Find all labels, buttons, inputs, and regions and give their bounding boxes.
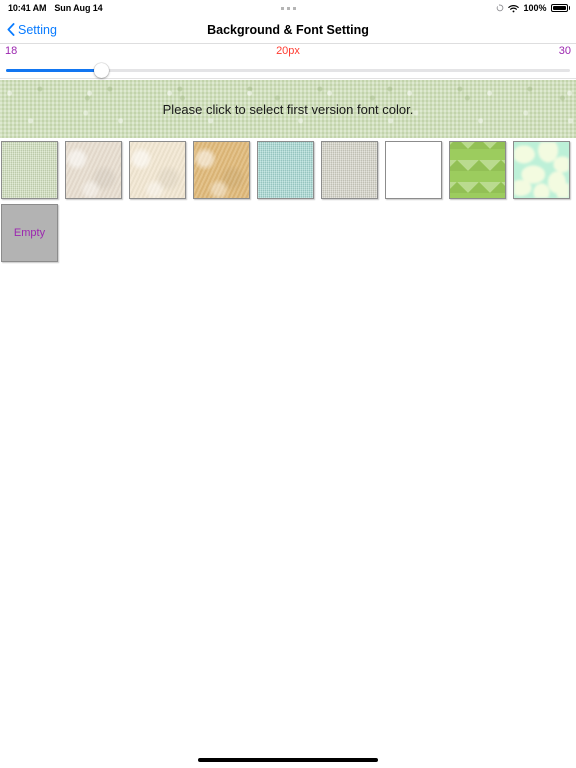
status-time: 10:41 AM [8,3,47,13]
page-title: Background & Font Setting [207,22,369,37]
home-indicator[interactable] [198,758,378,762]
swatch-teal[interactable] [257,141,314,199]
chevron-left-icon [7,23,15,36]
status-date: Sun Aug 14 [54,3,103,13]
status-bar-left: 10:41 AM Sun Aug 14 [8,3,103,13]
swatch-beige-paper[interactable] [65,141,122,199]
swatch-empty[interactable]: Empty [1,204,58,262]
font-size-max-label: 30 [558,45,571,57]
swatch-mint-camo[interactable] [513,141,570,199]
slider-fill [6,69,102,72]
back-button[interactable]: Setting [7,23,57,37]
font-size-slider[interactable] [6,63,570,78]
swatch-tan-parchment[interactable] [193,141,250,199]
swatch-olive-arrows[interactable] [449,141,506,199]
swatch-green-linen[interactable] [1,141,58,199]
font-size-label-row: 18 20px 30 [0,44,576,62]
font-preview-panel[interactable]: Please click to select first version fon… [0,80,576,138]
wifi-icon [508,4,520,13]
status-bar-right: 100% [496,3,570,13]
back-button-label: Setting [18,22,57,37]
multitask-dots-icon[interactable] [280,6,296,10]
status-bar: 10:41 AM Sun Aug 14 100% [0,0,576,16]
font-size-slider-section: 18 20px 30 [0,44,576,79]
rotation-lock-icon [496,3,504,13]
background-swatch-grid: Empty [0,139,576,262]
battery-percent-label: 100% [523,3,547,13]
preview-instruction-text: Please click to select first version fon… [162,101,414,117]
swatch-warm-gray[interactable] [321,141,378,199]
slider-thumb[interactable] [94,63,110,78]
battery-full-icon [550,4,570,12]
empty-swatch-label: Empty [13,227,46,239]
swatch-cream-paper[interactable] [129,141,186,199]
navigation-bar: Setting Background & Font Setting [0,16,576,44]
font-size-current-label: 20px [276,45,300,57]
swatch-white[interactable] [385,141,442,199]
